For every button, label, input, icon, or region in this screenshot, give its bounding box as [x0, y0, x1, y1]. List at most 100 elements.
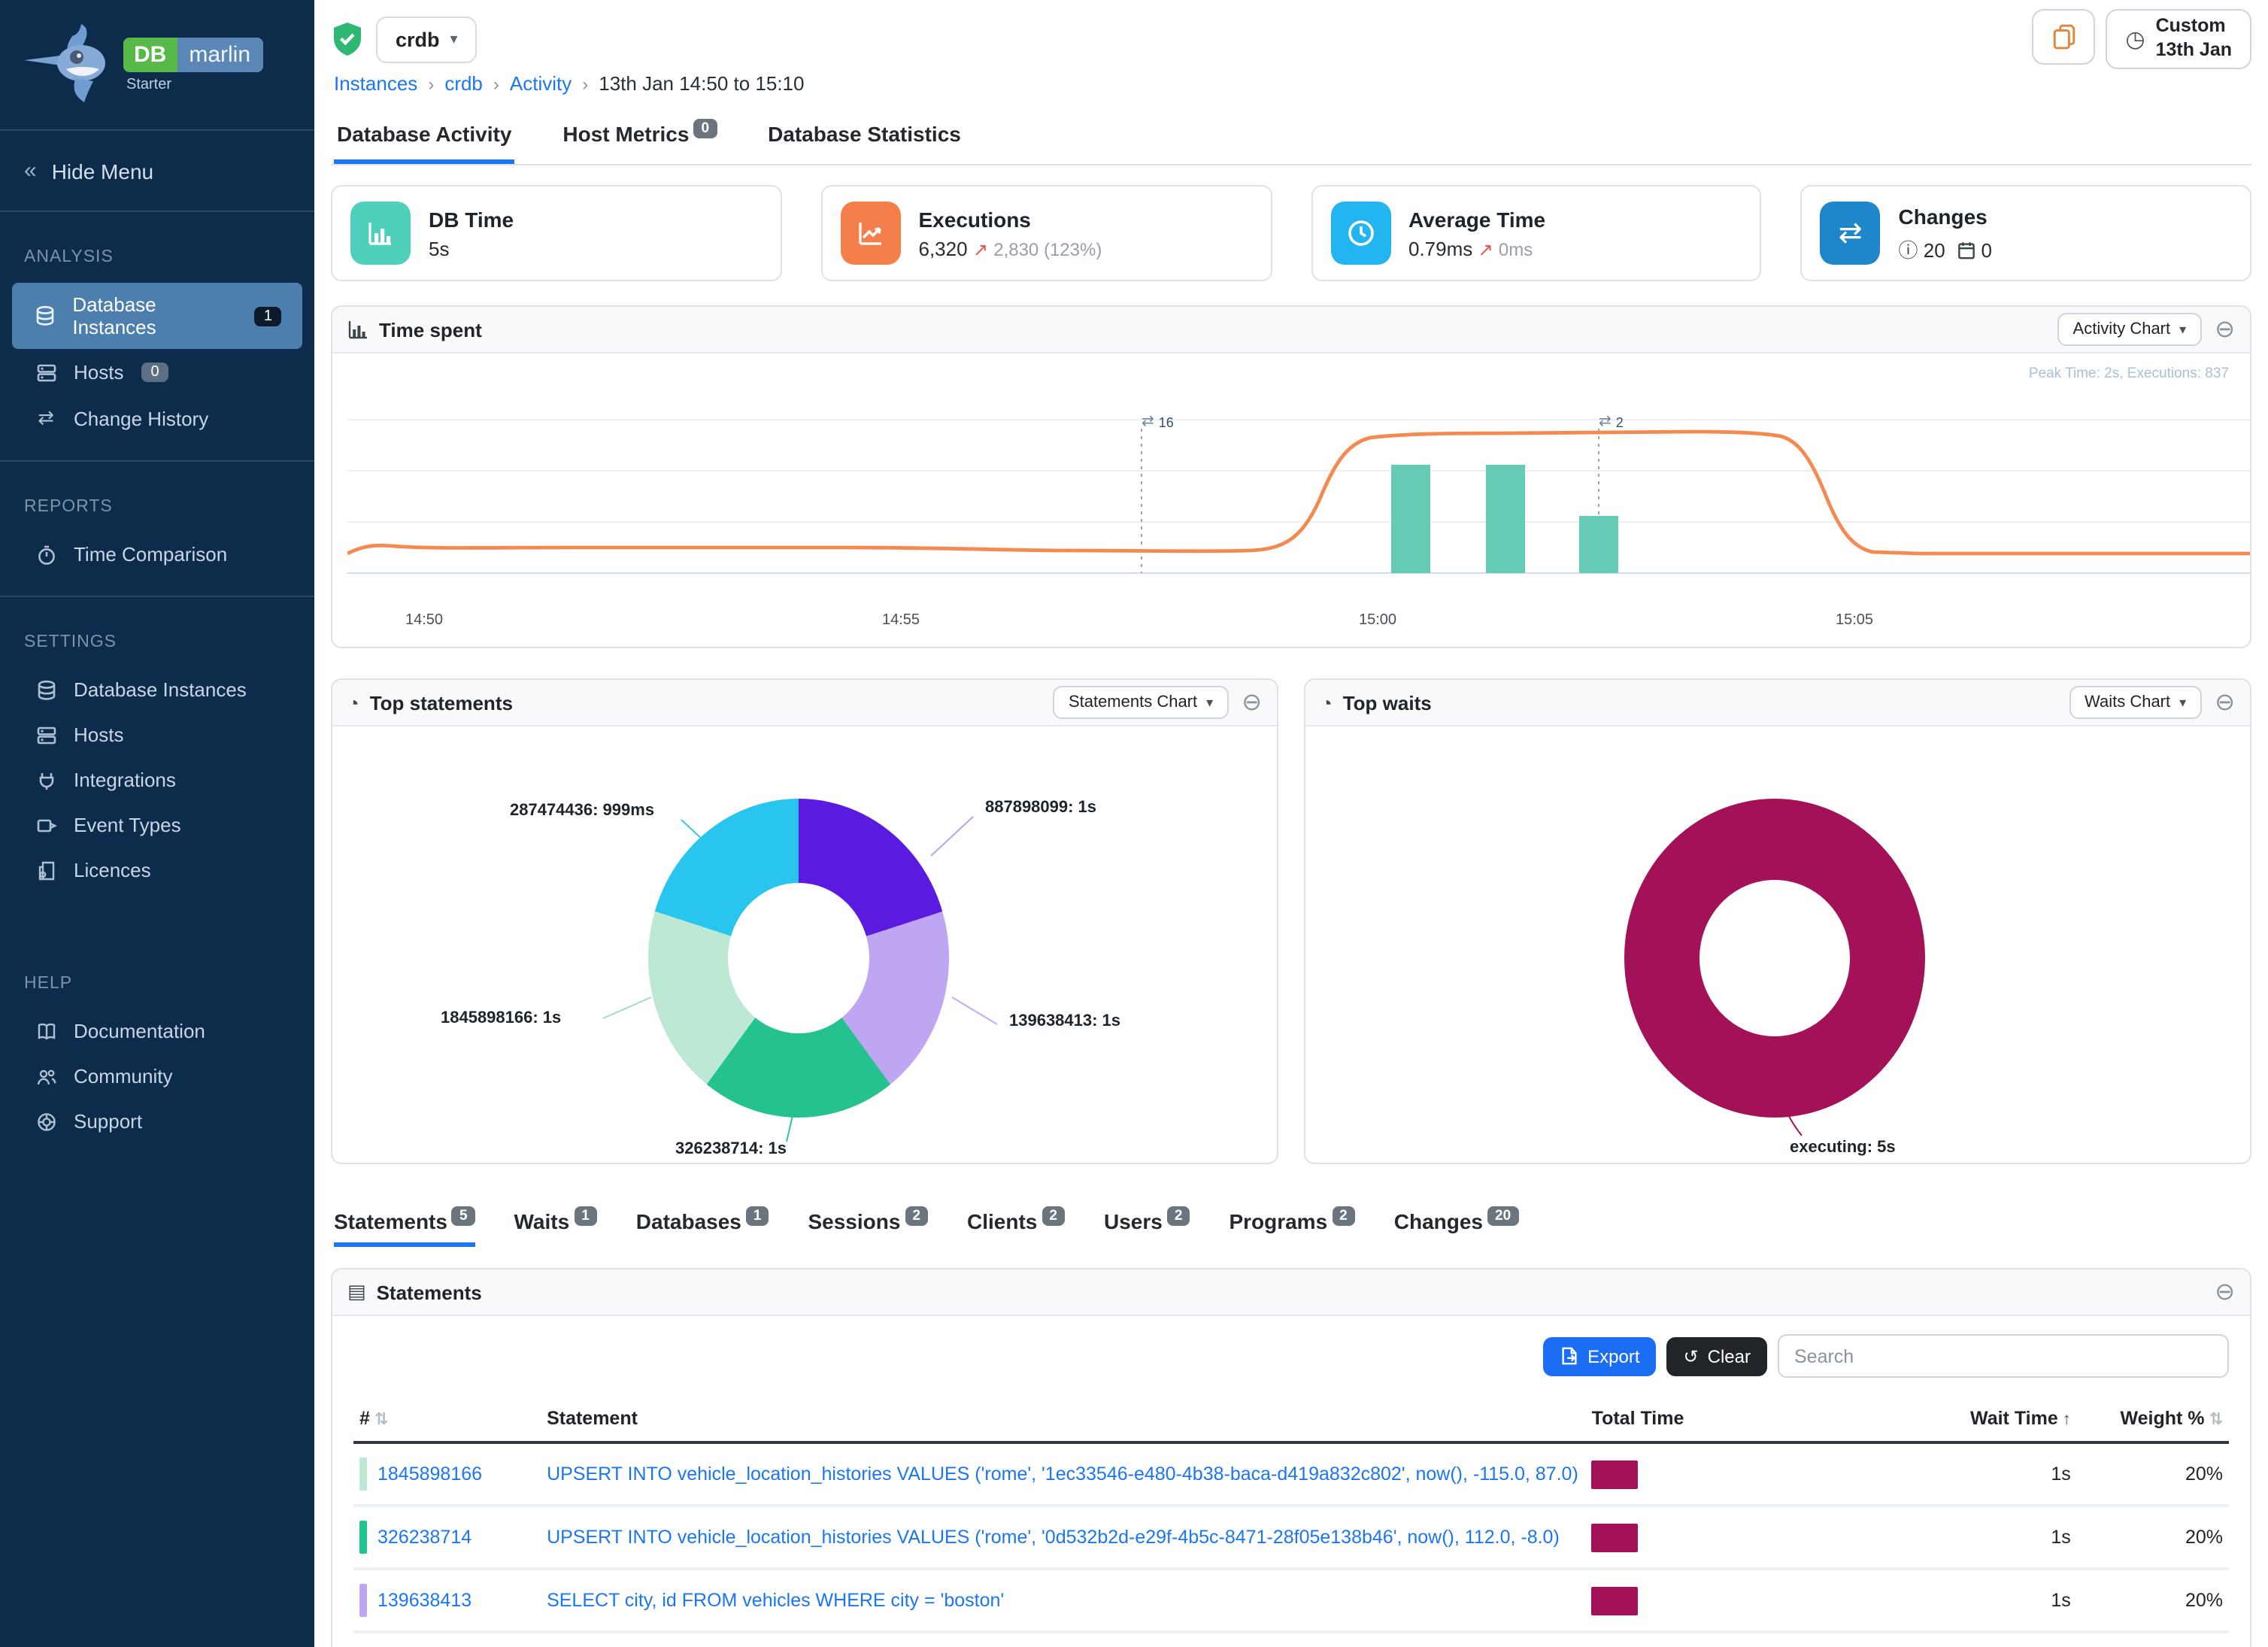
time-range-type: Custom: [2156, 16, 2232, 39]
time-spent-chart[interactable]: Peak Time: 2s, Executions: 837 ⇄ 16: [332, 353, 2250, 647]
tab-waits[interactable]: Waits1: [514, 1202, 597, 1247]
statement-sql-link[interactable]: SELECT city, id FROM vehicles WHERE city…: [547, 1590, 1004, 1611]
slice-label-326238714: 326238714: 1s: [675, 1140, 787, 1158]
tab-host-metrics[interactable]: Host Metrics0: [559, 110, 720, 164]
tab-databases[interactable]: Databases1: [636, 1202, 769, 1247]
copy-icon: [2051, 25, 2076, 50]
breadcrumb-instances[interactable]: Instances: [334, 72, 417, 95]
tab-programs[interactable]: Programs2: [1229, 1202, 1354, 1247]
table-row: 139638413 SELECT city, id FROM vehicles …: [353, 1569, 2229, 1632]
collapse-panel-icon[interactable]: ⊖: [1242, 687, 1262, 717]
clock-icon: [1330, 202, 1390, 265]
waits-donut-chart[interactable]: executing: 5s: [1305, 726, 2250, 1163]
statement-id-link[interactable]: 1845898166: [377, 1463, 482, 1485]
tab-database-activity[interactable]: Database Activity: [334, 110, 514, 164]
waits-donut[interactable]: [1624, 799, 1925, 1118]
edition-label: Starter: [126, 77, 262, 93]
sidebar-item-settings-database-instances[interactable]: Database Instances: [12, 668, 302, 711]
health-shield-icon: [331, 21, 364, 57]
swap-arrows-icon: ⇄: [33, 406, 59, 430]
sidebar-item-change-history[interactable]: ⇄ Change History: [12, 396, 302, 441]
statements-donut[interactable]: [648, 799, 949, 1118]
breadcrumb-activity[interactable]: Activity: [510, 72, 572, 95]
statements-donut-chart[interactable]: 887898099: 1s 139638413: 1s 326238714: 1…: [332, 726, 1277, 1163]
x-tick: 15:05: [1836, 612, 1873, 629]
statement-id-link[interactable]: 139638413: [377, 1590, 471, 1611]
waits-chart-dropdown[interactable]: Waits Chart▾: [2069, 686, 2201, 719]
count-badge: 1: [255, 306, 281, 326]
column-wait-time[interactable]: Wait Time↑: [1840, 1396, 2076, 1442]
sidebar-item-community[interactable]: Community: [12, 1054, 302, 1098]
instance-selector[interactable]: crdb ▾: [376, 16, 478, 62]
collapse-panel-icon[interactable]: ⊖: [2215, 314, 2235, 344]
search-input[interactable]: [1778, 1334, 2229, 1378]
sidebar-item-licences[interactable]: Licences: [12, 848, 302, 892]
tab-statements[interactable]: Statements5: [334, 1202, 475, 1247]
sidebar-item-label: Licences: [74, 859, 151, 881]
change-marker[interactable]: ⇄ 2: [1599, 414, 1624, 430]
statement-color-chip: [359, 1521, 367, 1554]
total-time-bar: [1592, 1523, 1639, 1551]
detail-tabs: Statements5 Waits1 Databases1 Sessions2 …: [331, 1202, 2251, 1247]
database-icon: [33, 679, 59, 700]
tab-badge: 0: [693, 119, 717, 138]
slice-label-287474436: 287474436: 999ms: [510, 802, 654, 820]
logo[interactable]: DBmarlin Starter: [0, 0, 314, 129]
export-button[interactable]: Export: [1542, 1336, 1656, 1376]
sidebar-item-event-types[interactable]: Event Types: [12, 803, 302, 847]
breadcrumb-current-range: 13th Jan 14:50 to 15:10: [599, 72, 804, 95]
tab-changes[interactable]: Changes20: [1394, 1202, 1518, 1247]
hide-menu-button[interactable]: « Hide Menu: [0, 131, 314, 211]
weight-value: 20%: [2077, 1506, 2229, 1569]
column-statement[interactable]: Statement: [541, 1396, 1586, 1442]
change-marker[interactable]: ⇄ 16: [1142, 414, 1174, 430]
tab-label: Database Statistics: [768, 122, 961, 146]
sidebar-item-support[interactable]: Support: [12, 1100, 302, 1143]
column-total-time[interactable]: Total Time: [1586, 1396, 1841, 1442]
total-time-bar: [1592, 1586, 1639, 1615]
top-bar: crdb ▾ ◷ Custom 13th Jan: [331, 0, 2251, 66]
hide-menu-label: Hide Menu: [52, 159, 153, 183]
time-range-button[interactable]: ◷ Custom 13th Jan: [2106, 10, 2251, 69]
statements-chart-dropdown[interactable]: Statements Chart▾: [1054, 686, 1228, 719]
breadcrumb-crdb[interactable]: crdb: [444, 72, 483, 95]
activity-chart-dropdown[interactable]: Activity Chart▾: [2058, 313, 2202, 346]
sidebar-item-integrations[interactable]: Integrations: [12, 758, 302, 802]
copy-link-button[interactable]: [2032, 10, 2095, 65]
statement-color-chip: [359, 1457, 367, 1491]
tab-clients[interactable]: Clients2: [967, 1202, 1065, 1247]
column-weight[interactable]: Weight %⇅: [2077, 1396, 2229, 1442]
statement-sql-link[interactable]: UPSERT INTO vehicle_location_histories V…: [547, 1527, 1560, 1548]
tab-label: Host Metrics: [562, 122, 689, 146]
dbmarlin-app: DBmarlin Starter « Hide Menu ANALYSIS Da…: [0, 0, 2268, 1647]
collapse-panel-icon[interactable]: ⊖: [2215, 687, 2235, 717]
sidebar-item-settings-hosts[interactable]: Hosts: [12, 713, 302, 757]
sidebar-section-help: HELP Documentation Community Support: [0, 939, 314, 1163]
sidebar-item-hosts[interactable]: Hosts 0: [12, 350, 302, 394]
statement-color-chip: [359, 1584, 367, 1617]
kpi-value: 6,320: [919, 237, 968, 259]
statement-id-link[interactable]: 326238714: [377, 1527, 471, 1548]
time-spent-panel: Time spent Activity Chart▾ ⊖ Peak Time: …: [331, 305, 2251, 648]
column-id[interactable]: #⇅: [353, 1396, 541, 1442]
change-event-icon: ⇄: [1142, 414, 1154, 430]
main-content: crdb ▾ ◷ Custom 13th Jan Instances › cr: [314, 0, 2268, 1647]
statements-table: #⇅ Statement Total Time Wait Time↑ Weigh…: [353, 1396, 2229, 1647]
sidebar-item-documentation[interactable]: Documentation: [12, 1009, 302, 1053]
kpi-info-count: 20: [1924, 238, 1945, 261]
tab-badge: 2: [1167, 1206, 1190, 1226]
clear-button[interactable]: ↺ Clear: [1667, 1336, 1768, 1376]
lifebuoy-icon: [33, 1111, 59, 1132]
sidebar-item-database-instances[interactable]: Database Instances 1: [12, 283, 302, 349]
kpi-delta: 2,830 (123%): [993, 238, 1102, 259]
statement-sql-link[interactable]: UPSERT INTO vehicle_location_histories V…: [547, 1463, 1578, 1485]
tab-sessions[interactable]: Sessions2: [808, 1202, 928, 1247]
tab-users[interactable]: Users2: [1104, 1202, 1190, 1247]
collapse-panel-icon[interactable]: ⊖: [2215, 1277, 2235, 1307]
kpi-cards: DB Time 5s Executions 6,320 ↗ 2,830 (123…: [331, 185, 2251, 281]
sidebar-item-time-comparison[interactable]: Time Comparison: [12, 532, 302, 576]
slice-label-887898099: 887898099: 1s: [985, 799, 1096, 817]
tab-badge: 2: [1332, 1206, 1355, 1226]
tab-database-statistics[interactable]: Database Statistics: [765, 110, 964, 164]
bar-chart-icon: [347, 319, 368, 340]
